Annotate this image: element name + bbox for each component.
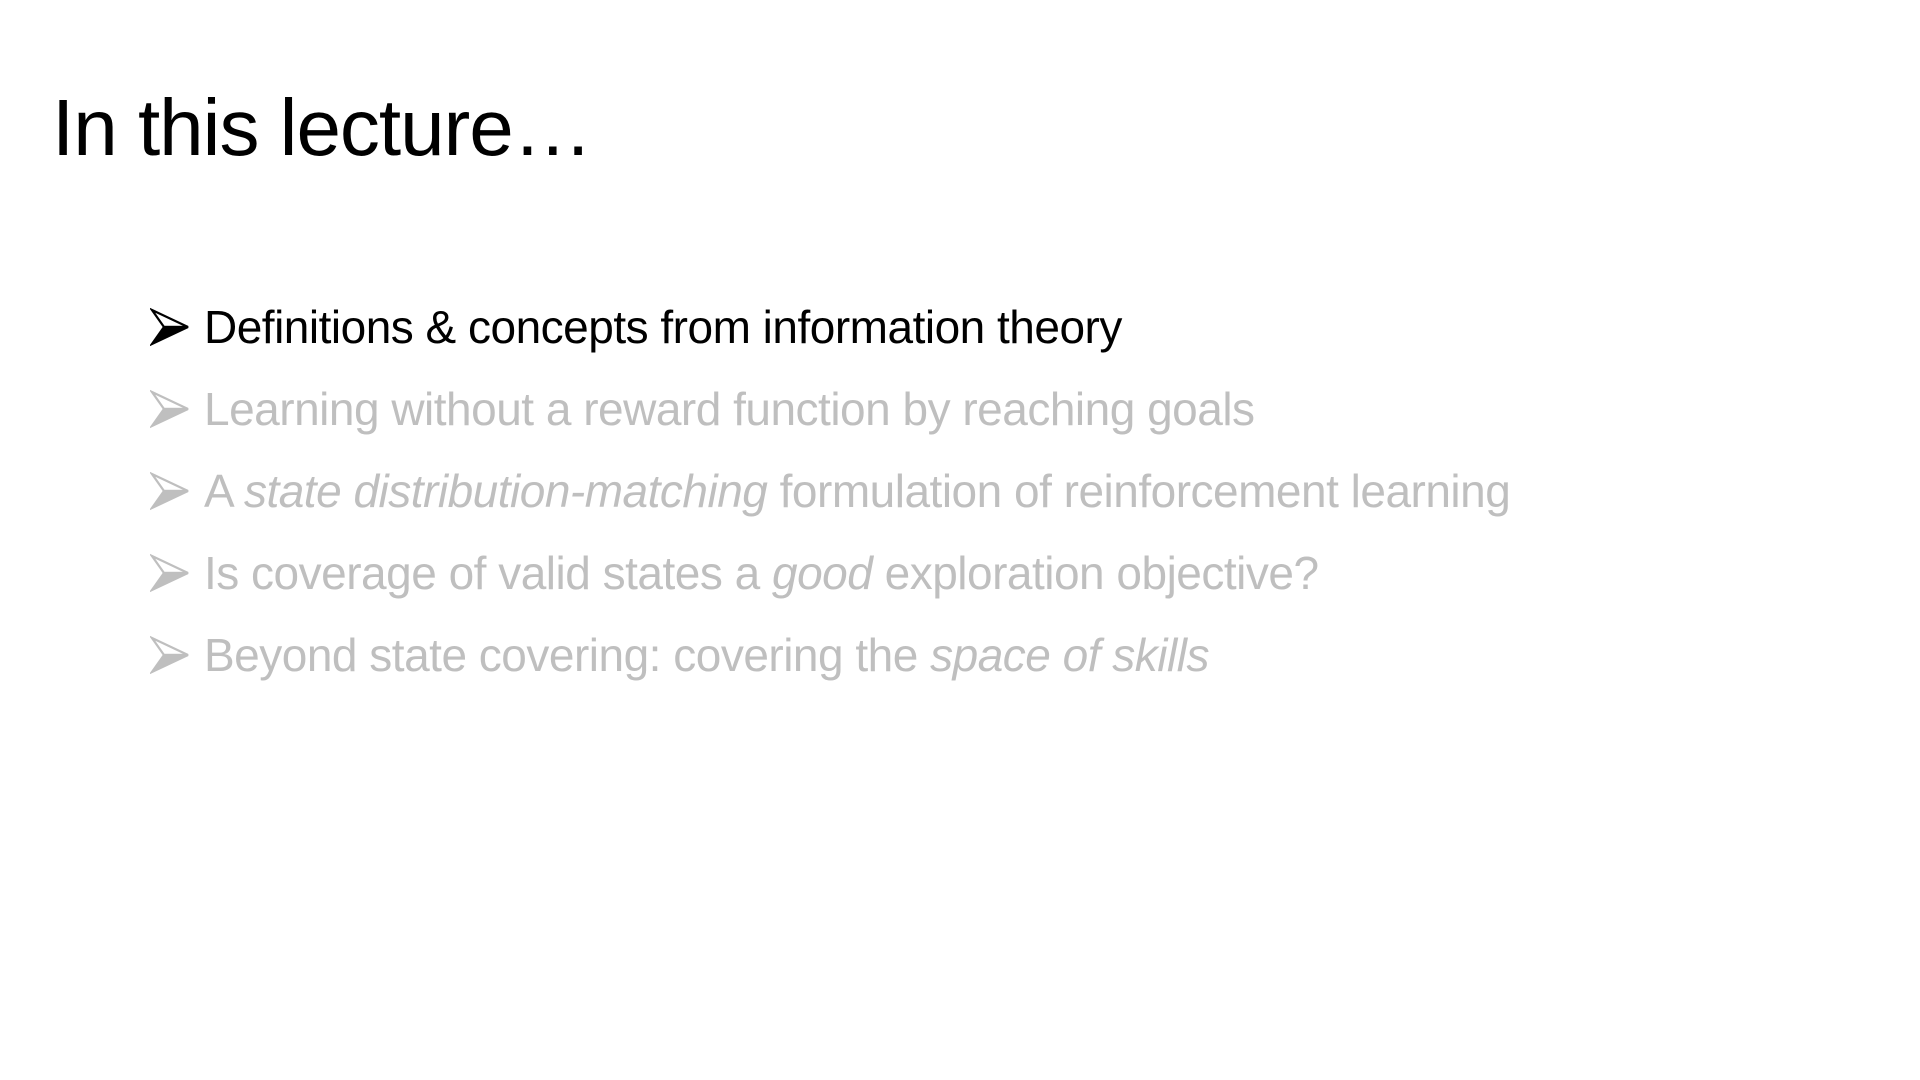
bullet-text-emphasis: good xyxy=(771,547,873,599)
bullet-text: Learning without a reward function by re… xyxy=(204,382,1255,436)
bullet-text-part: formulation of reinforcement learning xyxy=(767,465,1511,517)
bullet-text-part: Learning without a reward function by re… xyxy=(204,383,1255,435)
arrowhead-glyph xyxy=(150,635,189,675)
bullet-item: Beyond state covering: covering the spac… xyxy=(148,614,1510,696)
arrowhead-lower-wing xyxy=(150,653,189,675)
arrowhead-bullet-icon xyxy=(148,286,204,368)
bullet-text-part: Is coverage of valid states a xyxy=(204,547,772,599)
bullet-item: Is coverage of valid states a good explo… xyxy=(148,532,1510,614)
arrowhead-bullet-icon xyxy=(148,532,204,614)
arrowhead-glyph xyxy=(150,471,189,511)
bullet-list: Definitions & concepts from information … xyxy=(148,286,1511,696)
arrowhead-glyph xyxy=(150,553,189,593)
bullet-text-emphasis: state distribution-matching xyxy=(243,465,768,517)
arrowhead-glyph xyxy=(150,389,189,429)
slide: In this lecture… Definitions & concepts … xyxy=(0,0,1920,1080)
bullet-text-part: A xyxy=(204,465,244,517)
bullet-text: Is coverage of valid states a good explo… xyxy=(204,546,1319,600)
arrowhead-lower-wing xyxy=(150,407,189,429)
arrowhead-upper-wing xyxy=(150,553,189,575)
arrowhead-lower-wing xyxy=(150,325,189,347)
arrowhead-bullet-icon xyxy=(148,368,204,450)
bullet-text-part: exploration objective? xyxy=(872,547,1319,599)
arrowhead-bullet-icon xyxy=(148,614,204,696)
bullet-text: Beyond state covering: covering the spac… xyxy=(204,628,1209,682)
slide-title: In this lecture… xyxy=(52,83,593,172)
arrowhead-upper-wing xyxy=(150,307,189,329)
bullet-text-emphasis: space of skills xyxy=(930,629,1209,681)
bullet-item: Learning without a reward function by re… xyxy=(148,368,1510,450)
bullet-item: A state distribution-matching formulatio… xyxy=(148,450,1511,532)
arrowhead-glyph xyxy=(150,307,189,347)
arrowhead-lower-wing xyxy=(150,571,189,593)
bullet-text: Definitions & concepts from information … xyxy=(204,300,1122,354)
arrowhead-upper-wing xyxy=(150,471,189,493)
bullet-text-part: Beyond state covering: covering the xyxy=(204,629,931,681)
bullet-item: Definitions & concepts from information … xyxy=(148,286,1510,368)
arrowhead-lower-wing xyxy=(150,489,189,511)
bullet-text-part: Definitions & concepts from information … xyxy=(204,301,1122,353)
arrowhead-bullet-icon xyxy=(148,450,204,532)
arrowhead-upper-wing xyxy=(150,635,189,657)
arrowhead-upper-wing xyxy=(150,389,189,411)
bullet-text: A state distribution-matching formulatio… xyxy=(204,464,1511,518)
